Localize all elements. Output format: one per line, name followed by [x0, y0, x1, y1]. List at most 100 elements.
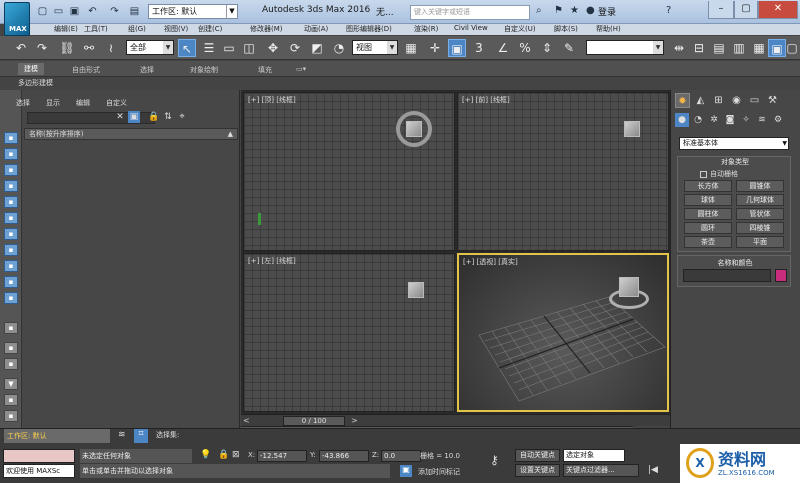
- close-button[interactable]: ✕: [758, 1, 798, 19]
- rectangle-selection-icon[interactable]: ▭: [220, 39, 238, 57]
- lights-icon[interactable]: ✲: [707, 113, 721, 127]
- minimize-button[interactable]: –: [708, 1, 734, 19]
- polygon-modeling-bar[interactable]: 多边形建模: [0, 77, 800, 90]
- display-geometry-icon[interactable]: ▪: [4, 164, 18, 176]
- hierarchy-tab-icon[interactable]: ⊞: [711, 93, 726, 108]
- select-object-icon[interactable]: ↖: [178, 39, 196, 57]
- viewport-front[interactable]: [+] [前] [线框]: [457, 92, 669, 251]
- ribbon-tab-selection[interactable]: 选择: [140, 65, 154, 75]
- keyboard-shortcut-override-icon[interactable]: ▣: [448, 39, 466, 57]
- viewcube-front[interactable]: [624, 121, 640, 137]
- workspace-status[interactable]: 工作区: 默认: [4, 429, 110, 443]
- cone-button[interactable]: 圆锥体: [736, 180, 784, 192]
- object-name-input[interactable]: [683, 269, 771, 282]
- spinner-snap-icon[interactable]: ⇕: [538, 39, 556, 57]
- display-all-icon[interactable]: ▪: [4, 148, 18, 160]
- undo-icon[interactable]: ↶: [12, 39, 30, 57]
- set-key-button[interactable]: 设置关键点: [515, 464, 560, 477]
- workspace-dropdown[interactable]: 工作区: 默认 ▼: [148, 4, 238, 19]
- cameras-icon[interactable]: ◙: [723, 113, 737, 127]
- mirror-icon[interactable]: ⇹: [670, 39, 688, 57]
- display-lights-icon[interactable]: ▪: [4, 196, 18, 208]
- ribbon-tab-object-paint[interactable]: 对象绘制: [190, 65, 218, 75]
- viewport-left[interactable]: [+] [左] [线框]: [243, 253, 455, 412]
- filter-icon[interactable]: ▼: [4, 378, 18, 390]
- pyramid-button[interactable]: 四棱锥: [736, 222, 784, 234]
- project-folder-icon[interactable]: ▤: [128, 5, 141, 18]
- display-hidden-icon[interactable]: ▪: [4, 358, 18, 370]
- edit-named-selections-icon[interactable]: ✎: [560, 39, 578, 57]
- menu-graph-editors[interactable]: 图形编辑器(D): [346, 24, 392, 34]
- subscription-icon[interactable]: ⚑: [554, 5, 563, 16]
- redo-icon[interactable]: ↷: [33, 39, 51, 57]
- display-frozen-icon[interactable]: ▪: [4, 342, 18, 354]
- key-mode-dropdown[interactable]: 选定对象: [563, 449, 625, 462]
- scene-menu-edit[interactable]: 编辑: [76, 98, 90, 108]
- viewport-front-label[interactable]: [+] [前] [线框]: [462, 95, 510, 105]
- ribbon-toggle-icon[interactable]: ▥: [730, 39, 748, 57]
- menu-tools[interactable]: 工具(T): [84, 24, 108, 34]
- selection-set-icon[interactable]: ⌗: [134, 429, 148, 443]
- display-shapes-icon[interactable]: ▪: [4, 180, 18, 192]
- display-bones-icon[interactable]: ▪: [4, 292, 18, 304]
- clear-search-icon[interactable]: ✕: [114, 111, 126, 123]
- systems-icon[interactable]: ⚙: [771, 113, 785, 127]
- menu-modifiers[interactable]: 修改器(M): [250, 24, 283, 34]
- object-color-swatch[interactable]: [775, 269, 787, 282]
- lock-selection-icon[interactable]: 🔒: [218, 450, 229, 460]
- maxscript-mini-listener[interactable]: 欢迎使用 MAXSc: [3, 464, 75, 478]
- display-xrefs-icon[interactable]: ▪: [4, 276, 18, 288]
- shapes-icon[interactable]: ◔: [691, 113, 705, 127]
- link-icon[interactable]: ⛓: [58, 39, 76, 57]
- display-none-icon[interactable]: ▪: [4, 132, 18, 144]
- scene-column-header[interactable]: 名称(按升序排序) ▲: [24, 128, 238, 140]
- viewport-left-label[interactable]: [+] [左] [线框]: [248, 256, 296, 266]
- z-coordinate-field[interactable]: 0.0: [381, 450, 421, 462]
- pivot-center-icon[interactable]: ▦: [402, 39, 420, 57]
- help-icon[interactable]: ?: [666, 5, 671, 16]
- display-helpers-icon[interactable]: ▪: [4, 228, 18, 240]
- communication-icon[interactable]: ★: [570, 5, 579, 16]
- window-crossing-icon[interactable]: ◫: [240, 39, 258, 57]
- ribbon-options-icon[interactable]: ▭▾: [296, 65, 306, 73]
- create-tab-icon[interactable]: ✹: [675, 93, 690, 108]
- object-category-dropdown[interactable]: 标准基本体 ▼: [679, 137, 789, 150]
- viewcube-left[interactable]: [408, 282, 424, 298]
- sync-selection-icon[interactable]: ⇅: [162, 111, 174, 123]
- scene-menu-select[interactable]: 选择: [16, 98, 30, 108]
- bind-space-warp-icon[interactable]: ≀: [102, 39, 120, 57]
- time-tag-icon[interactable]: ▣: [400, 465, 412, 477]
- tube-button[interactable]: 管状体: [736, 208, 784, 220]
- goto-start-icon[interactable]: |◀: [648, 465, 658, 475]
- menu-civil-view[interactable]: Civil View: [454, 24, 488, 32]
- redo-icon[interactable]: ↷: [108, 5, 121, 18]
- maximize-button[interactable]: ▢: [734, 1, 758, 19]
- curve-editor-icon[interactable]: ▦: [750, 39, 768, 57]
- prev-frame-icon[interactable]: <: [243, 416, 250, 425]
- rotate-icon[interactable]: ⟳: [286, 39, 304, 57]
- viewport-top[interactable]: [+] [顶] [线框]: [243, 92, 455, 251]
- render-setup-icon[interactable]: ▣: [768, 39, 786, 57]
- pin-icon[interactable]: ⌖: [176, 111, 188, 123]
- cylinder-button[interactable]: 圆柱体: [684, 208, 732, 220]
- lock-icon[interactable]: 🔒: [148, 111, 160, 123]
- spacewarps-icon[interactable]: ≋: [755, 113, 769, 127]
- select-children-icon[interactable]: ▣: [128, 111, 140, 123]
- options-icon[interactable]: ▪: [4, 394, 18, 406]
- menu-edit[interactable]: 编辑(E): [54, 24, 78, 34]
- undo-icon[interactable]: ↶: [86, 5, 99, 18]
- viewcube-persp[interactable]: [619, 277, 639, 297]
- plane-button[interactable]: 平面: [736, 236, 784, 248]
- helpers-icon[interactable]: ✧: [739, 113, 753, 127]
- login-button[interactable]: 登录: [598, 5, 616, 18]
- menu-customize[interactable]: 自定义(U): [504, 24, 536, 34]
- layer-explorer-icon[interactable]: ▤: [710, 39, 728, 57]
- display-spacewarps-icon[interactable]: ▪: [4, 244, 18, 256]
- display-tab-icon[interactable]: ▭: [747, 93, 762, 108]
- next-frame-icon[interactable]: >: [351, 416, 358, 425]
- torus-button[interactable]: 圆环: [684, 222, 732, 234]
- save-icon[interactable]: ▣: [68, 5, 81, 18]
- display-groups-icon[interactable]: ▪: [4, 260, 18, 272]
- box-button[interactable]: 长方体: [684, 180, 732, 192]
- display-cameras-icon[interactable]: ▪: [4, 212, 18, 224]
